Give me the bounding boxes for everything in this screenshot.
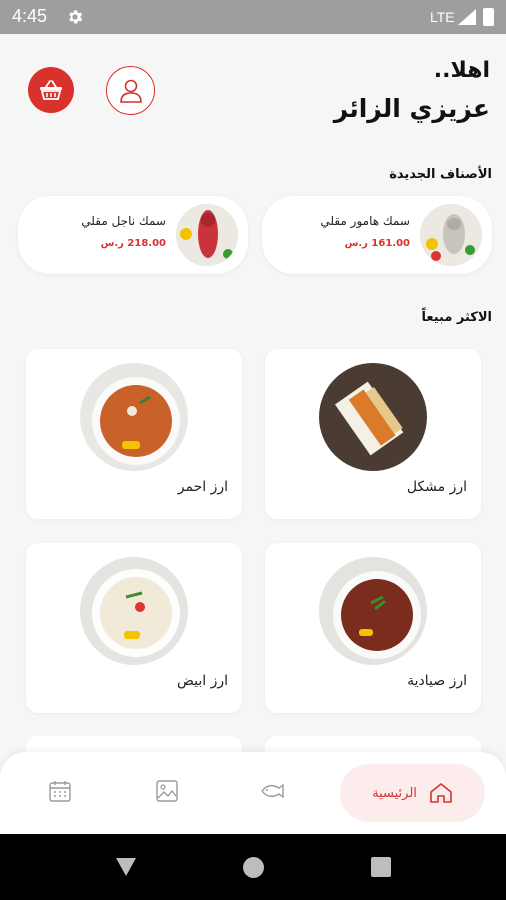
profile-button[interactable]	[106, 66, 155, 115]
best-seller-name: ارز صيادية	[407, 673, 467, 689]
rice-dish-image	[80, 557, 188, 665]
fish-image	[176, 204, 238, 266]
settings-gear-icon	[69, 10, 83, 24]
new-item-card[interactable]: سمك ناجل مقلي 218.00 ر.س	[18, 196, 248, 274]
rice-dish-image	[80, 363, 188, 471]
greeting-title: اهلا..	[433, 58, 490, 83]
bottom-navigation: الرئيسية	[0, 752, 506, 834]
basket-icon	[40, 80, 62, 100]
nav-home-tab[interactable]: الرئيسية	[340, 764, 485, 822]
best-seller-name: ارز ابيض	[176, 673, 228, 689]
new-item-name: سمك ناجل مقلي	[81, 214, 166, 228]
gallery-icon[interactable]	[154, 778, 180, 804]
best-sellers-title: الاكثر مبيعاً	[421, 310, 493, 325]
status-time: 4:45	[12, 6, 48, 26]
new-item-price: 161.00 ر.س	[344, 238, 410, 249]
app-screen: اهلا.. عزيزي الزائر الأصناف الجديدة سمك …	[0, 34, 506, 834]
new-items-title: الأصناف الجديدة	[389, 167, 492, 182]
cart-button[interactable]	[28, 67, 74, 113]
best-seller-card[interactable]: ارز ابيض	[26, 543, 242, 713]
status-bar: 4:45 LTE	[0, 0, 506, 34]
signal-icon	[458, 9, 476, 25]
rice-dish-image	[319, 363, 427, 471]
new-item-name: سمك هامور مقلي	[320, 214, 410, 228]
nav-home-label: الرئيسية	[372, 785, 417, 801]
fish-icon[interactable]	[259, 778, 285, 804]
user-icon	[119, 79, 142, 103]
new-item-card[interactable]: سمك هامور مقلي 161.00 ر.س	[262, 196, 492, 274]
network-type: LTE	[430, 9, 455, 25]
home-circle-icon[interactable]	[243, 857, 264, 878]
home-icon	[430, 783, 452, 803]
back-triangle-icon[interactable]	[114, 856, 138, 878]
system-navigation-bar	[0, 834, 506, 900]
best-seller-card[interactable]: ارز مشكل	[265, 349, 481, 519]
best-seller-name: ارز احمر	[177, 479, 228, 495]
best-seller-name: ارز مشكل	[406, 479, 467, 495]
calendar-icon[interactable]	[47, 778, 73, 804]
greeting-subtitle: عزيزي الزائر	[333, 94, 490, 123]
rice-dish-image	[319, 557, 427, 665]
battery-icon	[483, 8, 494, 26]
best-seller-card[interactable]: ارز احمر	[26, 349, 242, 519]
recents-square-icon[interactable]	[371, 857, 391, 877]
best-seller-card[interactable]: ارز صيادية	[265, 543, 481, 713]
fish-image	[420, 204, 482, 266]
new-item-price: 218.00 ر.س	[100, 238, 166, 249]
